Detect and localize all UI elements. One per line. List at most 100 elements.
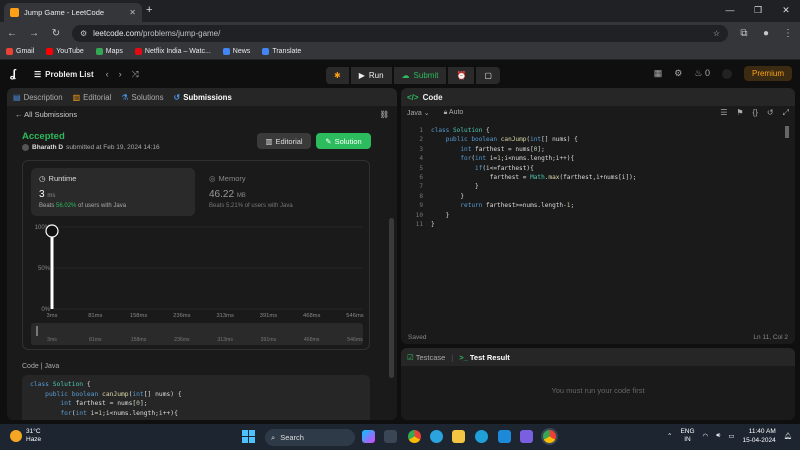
site-info-icon[interactable]: ⚙ — [80, 29, 87, 38]
editor-scrollbar[interactable] — [785, 126, 789, 138]
file-explorer-icon[interactable] — [452, 430, 465, 443]
editorial-button[interactable]: ▥ Editorial — [257, 133, 311, 149]
problem-list-link[interactable]: ☰ Problem List — [34, 70, 94, 79]
bug-icon: ✱ — [334, 71, 341, 80]
bookmark-star-icon[interactable]: ☆ — [713, 29, 720, 38]
code-line[interactable]: class Solution { — [431, 126, 636, 135]
code-line[interactable]: if(i<=farthest){ — [431, 164, 636, 173]
chrome-icon[interactable] — [408, 430, 421, 443]
bookmark-netflix[interactable]: Netflix India – Watc... — [134, 48, 211, 55]
code-icon: </> — [407, 92, 419, 102]
extensions-icon[interactable]: ⧉ — [738, 28, 750, 39]
bookmark-news[interactable]: News — [222, 48, 250, 55]
runtime-card[interactable]: ◷ Runtime 3 ms Beats 56.02% of users with… — [31, 168, 195, 216]
streak-counter[interactable]: ♨ 0 — [694, 68, 710, 79]
leetcode-logo-icon[interactable]: ʆ — [10, 68, 22, 80]
timer-button[interactable]: ⏰ — [448, 67, 475, 84]
notification-bell-icon[interactable]: 🔔︎ — [784, 432, 792, 440]
lock-icon: 🔒︎ — [443, 109, 448, 116]
restore-icon[interactable]: ❐ — [744, 0, 772, 22]
code-line[interactable]: return farthest>=nums.length-1; — [431, 201, 636, 210]
language-select[interactable]: Java ⌄ — [407, 109, 430, 117]
code-preview: class Solution { public boolean canJump(… — [22, 375, 370, 420]
bookmark-translate[interactable]: Translate — [262, 48, 301, 55]
forward-icon[interactable]: → — [28, 28, 40, 39]
clock[interactable]: 11:40 AM 15-04-2024 — [742, 427, 775, 445]
debug-button[interactable]: ✱ — [326, 67, 349, 84]
reset-icon[interactable]: ↺ — [767, 108, 774, 118]
user-avatar[interactable] — [721, 68, 732, 79]
close-tab-icon[interactable]: ✕ — [129, 8, 136, 17]
tab-description[interactable]: ▤ Description — [13, 93, 63, 102]
tab-solutions[interactable]: ⚗ Solutions — [121, 93, 163, 102]
system-tray: ⌃ ENG IN ◠ 🔊︎ ▭ 11:40 AM 15-04-2024 🔔︎ — [667, 427, 792, 445]
vscode-icon[interactable] — [498, 430, 511, 443]
photos-icon[interactable] — [520, 430, 533, 443]
bookmark-youtube[interactable]: YouTube — [46, 48, 84, 55]
premium-button[interactable]: Premium — [743, 66, 792, 81]
browser-tab[interactable]: Jump Game - LeetCode ✕ — [4, 3, 142, 22]
tab-test-result[interactable]: >_ Test Result — [459, 353, 510, 362]
bookmark-maps[interactable]: Maps — [95, 48, 123, 55]
run-button[interactable]: ▶ Run — [350, 67, 392, 84]
weather-widget[interactable]: 31°C Haze — [10, 428, 41, 444]
close-window-icon[interactable]: ✕ — [772, 0, 800, 22]
shuffle-icon[interactable]: ⤨ — [132, 69, 139, 80]
link-icon[interactable]: ⛓ — [379, 110, 389, 119]
search-icon: ⌕ — [271, 432, 276, 442]
language-indicator[interactable]: ENG IN — [680, 428, 694, 444]
chevron-up-icon[interactable]: ⌃ — [667, 432, 672, 440]
code-line[interactable]: for(int i=1;i<nums.length;i++){ — [431, 154, 636, 163]
runtime-distribution-chart[interactable]: 100%50%0%3ms 81ms 158ms 236ms 313ms 391ms 468m… — [23, 221, 371, 349]
telegram-icon[interactable] — [430, 430, 443, 443]
code-editor[interactable]: 1 2 3 4 5 6 7 8 9 10 11 class Solution { public bo… — [401, 126, 795, 321]
brush-label: 3ms — [47, 337, 57, 343]
back-icon[interactable]: ← — [6, 28, 18, 39]
x-tick-label: 546ms — [346, 313, 364, 319]
submit-button[interactable]: ☁ Submit — [393, 67, 447, 84]
tab-submissions[interactable]: ↺ Submissions — [174, 93, 232, 102]
user-name[interactable]: Bharath D — [32, 144, 63, 151]
copilot-icon[interactable] — [362, 430, 375, 443]
profile-icon[interactable]: ● — [760, 28, 772, 39]
code-line[interactable]: } — [431, 192, 636, 201]
address-bar[interactable]: ⚙ leetcode.com/problems/jump-game/ ☆ — [72, 24, 728, 42]
menu-icon[interactable]: ⋮ — [782, 28, 794, 39]
new-tab-icon[interactable]: + — [146, 4, 152, 16]
notes-button[interactable]: ▢ — [476, 67, 500, 84]
solution-button[interactable]: ✎ Solution — [316, 133, 371, 149]
code-lines[interactable]: class Solution { public boolean canJump(… — [431, 126, 636, 229]
minimize-icon[interactable]: — — [716, 0, 744, 22]
next-problem-icon[interactable]: › — [119, 69, 122, 80]
notes-icon[interactable]: ☰ — [720, 108, 727, 118]
braces-icon[interactable]: {} — [753, 108, 758, 118]
code-line[interactable]: farthest = Math.max(farthest,i+nums[i]); — [431, 173, 637, 182]
reload-icon[interactable]: ↻ — [50, 28, 62, 39]
code-line[interactable]: int farthest = nums[0]; — [431, 145, 636, 154]
tab-testcase[interactable]: ☑ Testcase — [407, 353, 445, 362]
edge-icon[interactable] — [475, 430, 488, 443]
auto-mode[interactable]: 🔒︎ Auto — [444, 109, 464, 117]
line-number: 5 — [419, 164, 423, 172]
task-view-icon[interactable] — [384, 430, 397, 443]
left-panel-scrollbar[interactable] — [389, 218, 394, 378]
memory-card[interactable]: ◎ Memory 46.22 MB Beats 5.21% of users wi… — [201, 168, 365, 216]
prev-problem-icon[interactable]: ‹ — [106, 69, 109, 80]
layout-icon[interactable]: ▦ — [654, 68, 663, 79]
fullscreen-icon[interactable]: ⤢ — [783, 108, 789, 118]
volume-icon[interactable]: 🔊︎ — [716, 432, 720, 440]
code-line[interactable]: } — [431, 220, 636, 229]
chrome-active-icon[interactable] — [543, 430, 556, 443]
tab-editorial[interactable]: ▥ Editorial — [73, 93, 112, 102]
bookmark-gmail[interactable]: Gmail — [6, 48, 34, 55]
code-line[interactable]: public boolean canJump(int[] nums) { — [431, 135, 636, 144]
windows-start-icon[interactable] — [242, 430, 255, 443]
code-line[interactable]: } — [431, 211, 636, 220]
code-line[interactable]: } — [431, 182, 636, 191]
battery-icon[interactable]: ▭ — [728, 432, 734, 440]
taskbar-search[interactable]: ⌕ Search — [265, 429, 355, 446]
wifi-icon[interactable]: ◠ — [703, 432, 709, 440]
bookmark-icon[interactable]: ⚑ — [736, 108, 743, 118]
settings-gear-icon[interactable]: ⚙ — [674, 68, 682, 79]
all-submissions-link[interactable]: ← All Submissions — [15, 110, 77, 119]
